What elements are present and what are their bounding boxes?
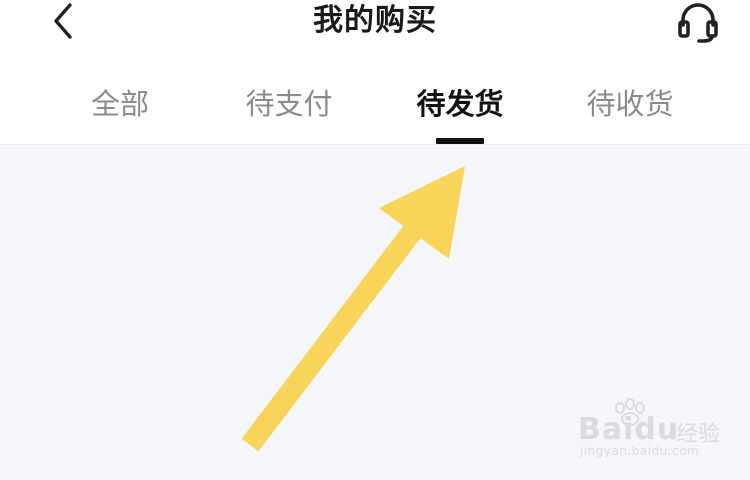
- orders-page: 我的购买 全部 待支付 待发货 待收货 Baidu 经验 jingyan.bai…: [0, 0, 750, 480]
- baidu-jingyan-watermark: Baidu 经验 jingyan.baidu.com: [572, 398, 742, 468]
- tab-pending-payment[interactable]: 待支付: [219, 84, 359, 124]
- customer-service-button[interactable]: [672, 0, 724, 46]
- tab-all[interactable]: 全部: [50, 84, 190, 124]
- top-bar: 我的购买: [0, 0, 750, 55]
- tab-pending-receipt[interactable]: 待收货: [560, 84, 700, 124]
- tab-pending-shipment[interactable]: 待发货: [390, 84, 530, 124]
- order-status-tabs: 全部 待支付 待发货 待收货: [0, 62, 750, 144]
- page-title: 我的购买: [313, 3, 437, 38]
- watermark-brand: Baidu: [578, 412, 680, 447]
- headset-icon: [678, 3, 718, 43]
- watermark-url: jingyan.baidu.com: [580, 444, 700, 458]
